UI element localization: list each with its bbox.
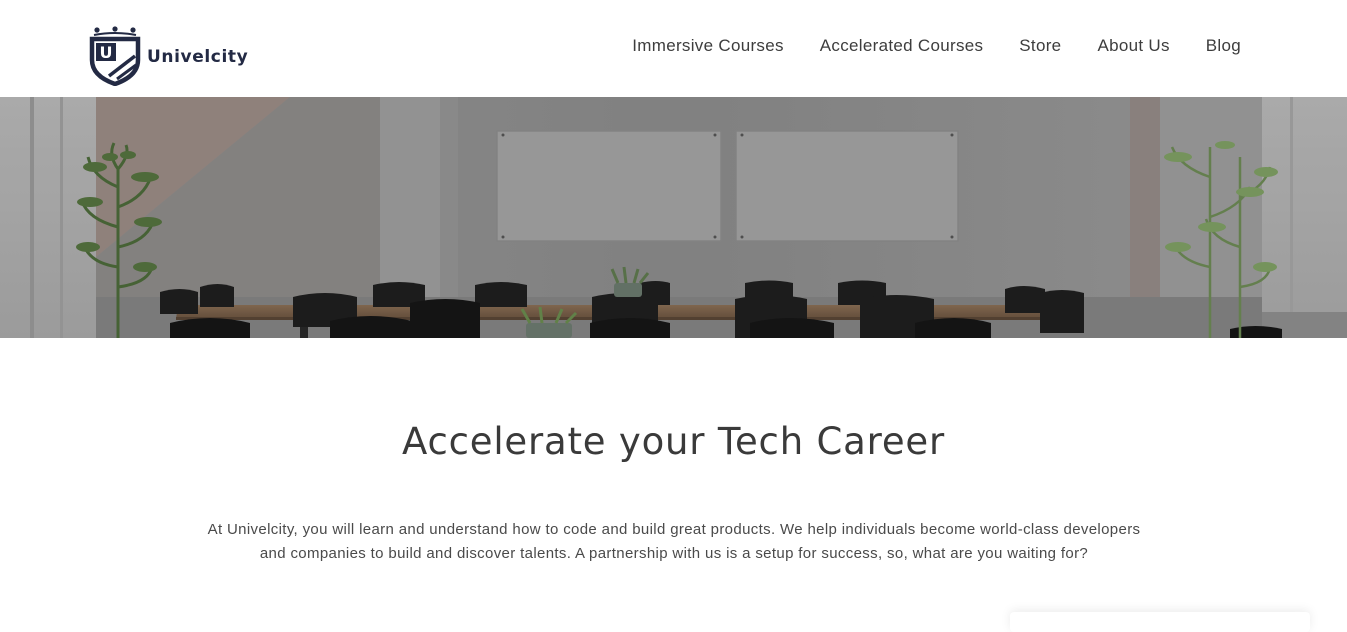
brand-name: Univelcity: [147, 47, 249, 67]
hero-banner: [0, 97, 1347, 338]
nav-store[interactable]: Store: [1019, 36, 1061, 56]
page-headline: Accelerate your Tech Career: [402, 420, 945, 463]
univelcity-shield-logo: U: [89, 26, 141, 86]
site-header: U Univelcity Immersive Courses Accelerat…: [0, 0, 1347, 97]
nav-immersive-courses[interactable]: Immersive Courses: [632, 36, 784, 56]
nav-blog[interactable]: Blog: [1206, 36, 1241, 56]
logo-link[interactable]: U Univelcity: [89, 26, 248, 86]
intro-paragraph: At Univelcity, you will learn and unders…: [207, 521, 1141, 562]
main-navigation: Immersive Courses Accelerated Courses St…: [632, 36, 1241, 56]
nav-about-us[interactable]: About Us: [1097, 36, 1169, 56]
svg-text:U: U: [100, 43, 113, 62]
nav-accelerated-courses[interactable]: Accelerated Courses: [820, 36, 984, 56]
floating-card-edge: [1010, 612, 1310, 632]
office-meeting-room-image: [0, 97, 1347, 338]
